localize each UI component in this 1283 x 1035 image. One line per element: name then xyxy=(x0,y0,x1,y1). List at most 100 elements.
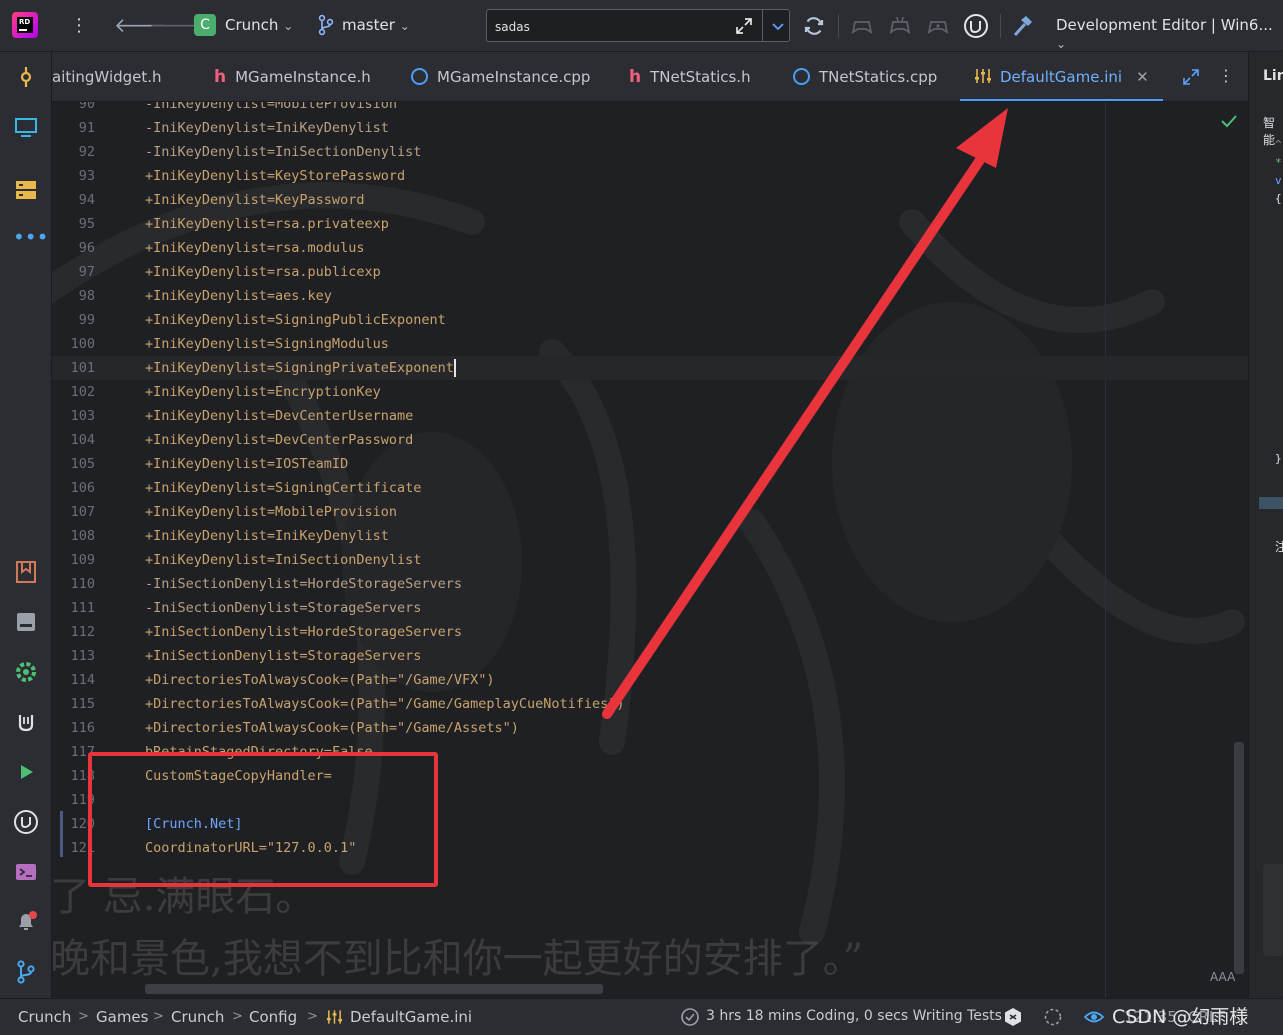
chevron-down-icon[interactable] xyxy=(770,16,786,36)
code-line[interactable]: 111 -IniSectionDenylist=StorageServers xyxy=(52,596,1248,620)
database-explorer-icon[interactable] xyxy=(13,177,39,203)
more-tools-icon[interactable]: ••• xyxy=(13,224,48,250)
search-divider xyxy=(762,10,763,41)
code-line[interactable]: 105 +IniKeyDenylist=IOSTeamID xyxy=(52,452,1248,476)
code-line[interactable]: 93 +IniKeyDenylist=KeyStorePassword xyxy=(52,164,1248,188)
left-tool-strip: ••• xyxy=(0,52,52,998)
bookmarks-icon[interactable] xyxy=(13,559,39,585)
code-line[interactable]: 103 +IniKeyDenylist=DevCenterUsername xyxy=(52,404,1248,428)
code-line[interactable]: 116 +DirectoriesToAlwaysCook=(Path="/Game… xyxy=(52,716,1248,740)
unreal-hierarchy-icon[interactable] xyxy=(13,709,39,735)
back-arrow-icon[interactable]: 🡐 xyxy=(114,13,168,37)
gamepad-icon[interactable] xyxy=(850,14,874,38)
tab-mgameinstance-cpp[interactable]: MGameInstance.cpp xyxy=(411,52,590,101)
code-line[interactable]: 109 +IniKeyDenylist=IniSectionDenylist xyxy=(52,548,1248,572)
code-line[interactable]: 108 +IniKeyDenylist=IniKeyDenylist xyxy=(52,524,1248,548)
tab-waiting-widget-h[interactable]: aitingWidget.h xyxy=(52,52,162,101)
breadcrumb-games[interactable]: Games xyxy=(96,1008,148,1026)
panel-side-label: 注 xyxy=(1275,538,1283,555)
code-line[interactable]: 107 +IniKeyDenylist=MobileProvision xyxy=(52,500,1248,524)
breadcrumb-config[interactable]: Config xyxy=(249,1008,297,1026)
code-line[interactable]: 101 +IniKeyDenylist=SigningPrivateExponen… xyxy=(52,356,1248,380)
code-line[interactable]: 106 +IniKeyDenylist=SigningCertificate xyxy=(52,476,1248,500)
line-number: 97 xyxy=(78,264,95,280)
inspection-ok-icon[interactable] xyxy=(1219,111,1239,131)
code-line[interactable]: 99 +IniKeyDenylist=SigningPublicExponent xyxy=(52,308,1248,332)
code-line[interactable]: 110 -IniSectionDenylist=HordeStorageServe… xyxy=(52,572,1248,596)
line-number: 114 xyxy=(70,672,95,688)
sync-icon[interactable] xyxy=(802,14,826,38)
project-badge[interactable]: C xyxy=(194,14,216,36)
commit-icon[interactable] xyxy=(13,64,39,90)
branch-switcher[interactable]: master ⌄ xyxy=(342,16,410,34)
panel-code-line: v xyxy=(1275,174,1282,187)
gamepad-icon[interactable] xyxy=(926,14,950,38)
code-line[interactable]: 97 +IniKeyDenylist=rsa.publicexp xyxy=(52,260,1248,284)
forward-arrow-icon[interactable]: 🡒 xyxy=(149,13,203,37)
code-line[interactable]: 91 -IniKeyDenylist=IniKeyDenylist xyxy=(52,116,1248,140)
text-caret xyxy=(453,359,456,377)
structure-icon[interactable] xyxy=(13,609,39,635)
run-config-selector[interactable]: Development Editor | Win6... ⌄ xyxy=(1056,16,1283,52)
tab-defaultgame-ini[interactable]: DefaultGame.ini ✕ xyxy=(960,52,1163,101)
code-line[interactable]: 112 +IniSectionDenylist=HordeStorageServe… xyxy=(52,620,1248,644)
code-text: +IniKeyDenylist=DevCenterUsername xyxy=(145,408,414,424)
line-number: 95 xyxy=(78,216,95,232)
horizontal-scrollbar[interactable] xyxy=(145,984,603,994)
code-editor[interactable]: 90 -IniKeyDenylist=MobileProvision 91 -IniK… xyxy=(52,102,1248,998)
code-text: -IniSectionDenylist=StorageServers xyxy=(145,600,422,616)
right-side-panel: Lin 智能 ^ * v { } 注 xyxy=(1248,52,1283,998)
project-switcher[interactable]: Crunch ⌄ xyxy=(225,16,293,34)
breadcrumb-crunch[interactable]: Crunch xyxy=(171,1008,224,1026)
git-branch-icon[interactable] xyxy=(317,14,335,36)
close-icon[interactable]: ✕ xyxy=(1136,68,1149,86)
code-line[interactable]: 90 -IniKeyDenylist=MobileProvision xyxy=(52,102,1248,116)
unreal-engine-icon[interactable] xyxy=(13,809,39,835)
code-line[interactable]: 104 +IniKeyDenylist=DevCenterPassword xyxy=(52,428,1248,452)
code-line[interactable]: 95 +IniKeyDenylist=rsa.privateexp xyxy=(52,212,1248,236)
maximize-editor-icon[interactable] xyxy=(1182,68,1200,86)
terminal-icon[interactable] xyxy=(13,859,39,885)
background-tasks-icon[interactable] xyxy=(1043,1007,1063,1027)
code-text: -IniKeyDenylist=IniSectionDenylist xyxy=(145,144,422,160)
code-line[interactable]: 94 +IniKeyDenylist=KeyPassword xyxy=(52,188,1248,212)
code-text: -IniKeyDenylist=MobileProvision xyxy=(145,102,397,112)
gamepad-icon[interactable] xyxy=(888,14,912,38)
resharper-icon[interactable] xyxy=(1004,1007,1022,1027)
search-input[interactable] xyxy=(493,17,727,37)
build-hammer-icon[interactable] xyxy=(1012,14,1034,38)
tab-tnetstatics-h[interactable]: h TNetStatics.h xyxy=(629,52,751,101)
search-box xyxy=(486,9,790,42)
tab-label: TNetStatics.cpp xyxy=(819,68,938,86)
code-line[interactable]: 102 +IniKeyDenylist=EncryptionKey xyxy=(52,380,1248,404)
monitor-icon[interactable] xyxy=(13,114,39,140)
tab-options-icon[interactable]: ⋮ xyxy=(1218,66,1234,85)
eye-icon[interactable] xyxy=(1083,1007,1105,1027)
code-text: +DirectoriesToAlwaysCook=(Path="/Game/Ga… xyxy=(145,696,625,712)
breadcrumb-crunch[interactable]: Crunch xyxy=(18,1008,71,1026)
wakatime-status[interactable]: 3 hrs 18 mins Coding, 0 secs Writing Tes… xyxy=(706,1008,1002,1024)
code-line[interactable]: 98 +IniKeyDenylist=aes.key xyxy=(52,284,1248,308)
expand-icon[interactable] xyxy=(734,16,754,36)
code-line[interactable]: 100 +IniKeyDenylist=SigningModulus xyxy=(52,332,1248,356)
line-number: 116 xyxy=(70,720,95,736)
code-text: +IniKeyDenylist=rsa.publicexp xyxy=(145,264,381,280)
code-line[interactable]: 92 -IniKeyDenylist=IniSectionDenylist xyxy=(52,140,1248,164)
breadcrumb-file[interactable]: DefaultGame.ini xyxy=(350,1008,472,1026)
code-line[interactable]: 114 +DirectoriesToAlwaysCook=(Path="/Game… xyxy=(52,668,1248,692)
line-number: 105 xyxy=(70,456,95,472)
code-line[interactable]: 96 +IniKeyDenylist=rsa.modulus xyxy=(52,236,1248,260)
git-icon[interactable] xyxy=(13,959,39,985)
rider-logo-icon[interactable]: RD xyxy=(12,12,38,38)
unreal-engine-icon[interactable] xyxy=(963,13,989,39)
main-menu-icon[interactable]: ⋮ xyxy=(70,14,88,38)
tab-tnetstatics-cpp[interactable]: TNetStatics.cpp xyxy=(793,52,938,101)
code-line[interactable]: 113 +IniSectionDenylist=StorageServers xyxy=(52,644,1248,668)
notifications-icon[interactable] xyxy=(13,909,39,935)
settings-gear-icon[interactable] xyxy=(13,659,39,685)
run-icon[interactable] xyxy=(13,759,39,785)
code-text: +IniKeyDenylist=MobileProvision xyxy=(145,504,397,520)
code-line[interactable]: 115 +DirectoriesToAlwaysCook=(Path="/Game… xyxy=(52,692,1248,716)
tab-mgameinstance-h[interactable]: h MGameInstance.h xyxy=(214,52,371,101)
vertical-scrollbar[interactable] xyxy=(1234,742,1244,974)
